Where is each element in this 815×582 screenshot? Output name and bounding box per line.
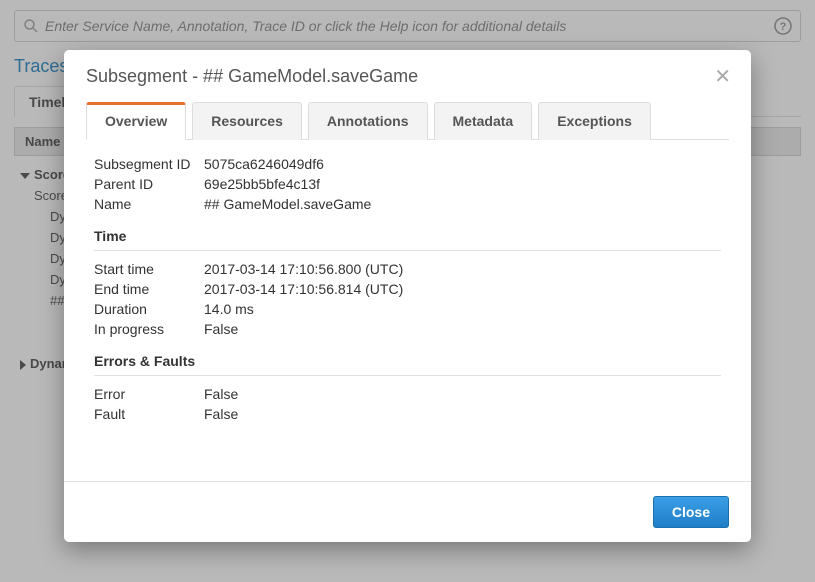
row-error: Error False bbox=[94, 384, 721, 404]
value: 2017-03-14 17:10:56.800 (UTC) bbox=[204, 261, 403, 277]
time-heading: Time bbox=[94, 228, 721, 251]
label: Error bbox=[94, 386, 204, 402]
tab-metadata[interactable]: Metadata bbox=[434, 102, 533, 140]
value: 14.0 ms bbox=[204, 301, 254, 317]
modal-title: Subsegment - ## GameModel.saveGame bbox=[86, 66, 418, 87]
close-icon[interactable]: ✕ bbox=[714, 67, 731, 87]
row-start-time: Start time 2017-03-14 17:10:56.800 (UTC) bbox=[94, 259, 721, 279]
tab-resources[interactable]: Resources bbox=[192, 102, 302, 140]
close-button[interactable]: Close bbox=[653, 496, 729, 528]
label: Fault bbox=[94, 406, 204, 422]
modal-header: Subsegment - ## GameModel.saveGame ✕ bbox=[64, 50, 751, 101]
overview-panel: Subsegment ID 5075ca6246049df6 Parent ID… bbox=[86, 140, 729, 434]
modal-tabs: Overview Resources Annotations Metadata … bbox=[86, 101, 729, 140]
value: ## GameModel.saveGame bbox=[204, 196, 371, 212]
label: End time bbox=[94, 281, 204, 297]
row-duration: Duration 14.0 ms bbox=[94, 299, 721, 319]
value: False bbox=[204, 406, 238, 422]
label: Subsegment ID bbox=[94, 156, 204, 172]
subsegment-modal: Subsegment - ## GameModel.saveGame ✕ Ove… bbox=[64, 50, 751, 542]
label: Duration bbox=[94, 301, 204, 317]
row-subsegment-id: Subsegment ID 5075ca6246049df6 bbox=[94, 154, 721, 174]
label: Start time bbox=[94, 261, 204, 277]
tab-exceptions[interactable]: Exceptions bbox=[538, 102, 651, 140]
row-end-time: End time 2017-03-14 17:10:56.814 (UTC) bbox=[94, 279, 721, 299]
modal-footer: Close bbox=[64, 481, 751, 542]
row-in-progress: In progress False bbox=[94, 319, 721, 339]
value: 69e25bb5bfe4c13f bbox=[204, 176, 320, 192]
row-parent-id: Parent ID 69e25bb5bfe4c13f bbox=[94, 174, 721, 194]
row-name: Name ## GameModel.saveGame bbox=[94, 194, 721, 214]
value: 2017-03-14 17:10:56.814 (UTC) bbox=[204, 281, 403, 297]
label: In progress bbox=[94, 321, 204, 337]
errors-faults-heading: Errors & Faults bbox=[94, 353, 721, 376]
value: False bbox=[204, 321, 238, 337]
tab-annotations[interactable]: Annotations bbox=[308, 102, 428, 140]
tab-overview[interactable]: Overview bbox=[86, 102, 186, 140]
value: 5075ca6246049df6 bbox=[204, 156, 324, 172]
label: Parent ID bbox=[94, 176, 204, 192]
row-fault: Fault False bbox=[94, 404, 721, 424]
modal-body: Overview Resources Annotations Metadata … bbox=[64, 101, 751, 481]
value: False bbox=[204, 386, 238, 402]
label: Name bbox=[94, 196, 204, 212]
